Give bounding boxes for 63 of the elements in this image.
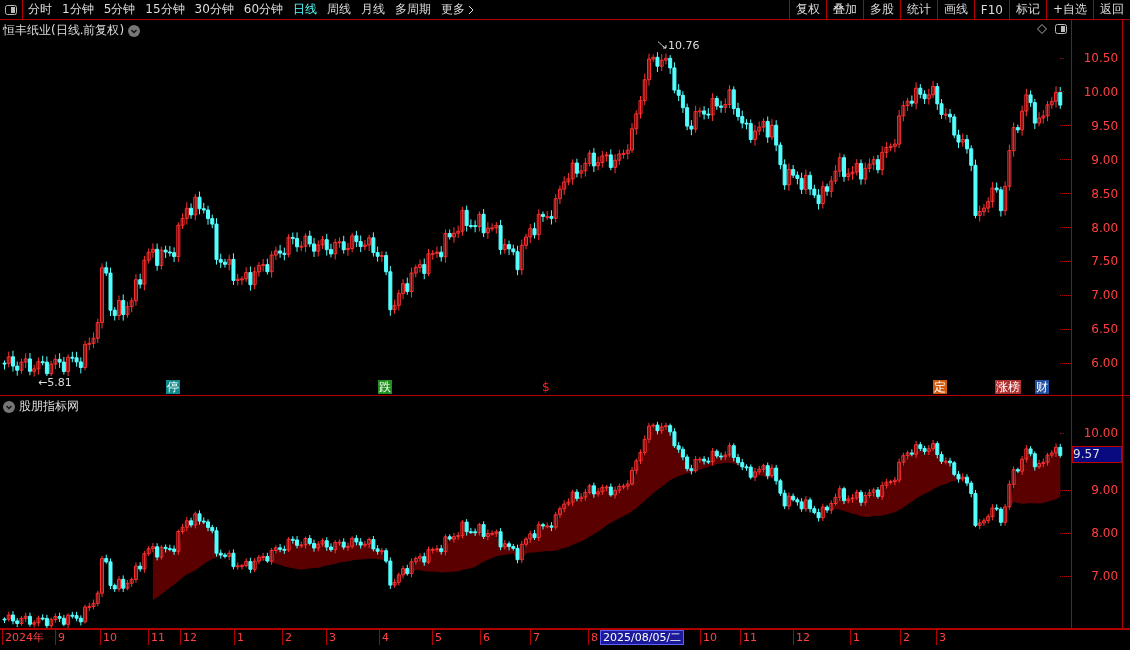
event-marker[interactable]: 定 [933,380,947,394]
date-axis-label: 5 [432,630,442,645]
price-axis-label: 6.50 [1091,322,1119,337]
indicator-title: 股朋指标网 [19,398,79,415]
diamond-icon[interactable] [1037,24,1048,34]
event-marker[interactable]: 财 [1035,380,1049,394]
date-axis-label: 3 [936,630,946,645]
date-axis-label: 1 [234,630,244,645]
date-axis-label: 12 [180,630,197,645]
period-tab[interactable]: 周线 [322,1,357,18]
more-menu[interactable]: 更多 [436,1,480,18]
chevron-down-icon[interactable] [3,400,15,413]
price-axis-label: 9.00 [1091,152,1119,167]
price-axis-label: 7.50 [1091,254,1119,269]
date-axis-label: 12 [793,630,810,645]
price-axis-label: 7.00 [1091,288,1119,303]
price-axis-label: 6.00 [1091,356,1119,371]
panel-toggle-icon[interactable] [1055,24,1068,34]
date-axis-label: 2 [282,630,292,645]
date-axis-label: 10 [100,630,117,645]
date-axis-label: 7 [530,630,540,645]
current-value-tag: 9.57 [1072,446,1123,463]
indicator-axis-label: 8.00 [1091,526,1119,540]
price-axis-label: 8.00 [1091,220,1119,235]
price-axis-label: 10.00 [1083,84,1119,99]
price-axis-label: 8.50 [1091,186,1119,201]
date-axis-label: 6 [480,630,490,645]
panel-toggle-icon[interactable] [5,4,17,15]
low-price-label: ←5.81 [38,376,72,389]
event-marker[interactable]: $ [541,380,551,394]
date-axis-label: 4 [379,630,389,645]
period-tab[interactable]: 30分钟 [189,1,239,18]
date-axis-label: 11 [148,630,165,645]
period-tab[interactable]: 分时 [23,1,57,18]
date-axis-label: 3 [326,630,336,645]
date-axis-label: 2 [900,630,910,645]
chevron-right-icon [468,4,475,15]
indicator-axis-label: 9.00 [1091,483,1119,497]
cursor-date-label: 2025/08/05/二 [600,630,685,645]
period-tab[interactable]: 15分钟 [140,1,190,18]
period-tab[interactable]: 多周期 [390,1,437,18]
date-axis-label: 9 [55,630,65,645]
date-axis-label: 11 [740,630,757,645]
period-tab[interactable]: 月线 [356,1,391,18]
date-axis-label: 2024年 [2,630,44,645]
date-axis-label: 10 [700,630,717,645]
curved-arrow-icon [657,40,667,51]
indicator-axis-label: 10.00 [1083,426,1119,440]
date-axis-label: 8 [588,630,598,645]
price-axis-label: 10.50 [1083,51,1119,65]
period-tab[interactable]: 60分钟 [238,1,289,18]
event-marker[interactable]: 跌 [378,380,392,394]
period-tab[interactable]: 日线 [288,1,323,18]
price-axis-label: 9.50 [1091,118,1119,133]
event-marker[interactable]: 停 [166,380,180,394]
period-tab[interactable]: 5分钟 [98,1,141,18]
date-axis-label: 1 [850,630,860,645]
period-tab[interactable]: 1分钟 [57,1,99,18]
high-price-label: 10.76 [668,39,700,52]
chart-title: 恒丰纸业(日线.前复权) [3,22,125,39]
indicator-axis-label: 7.00 [1091,569,1119,583]
event-marker[interactable]: 涨榜 [995,380,1021,394]
chevron-down-icon[interactable] [128,24,141,37]
